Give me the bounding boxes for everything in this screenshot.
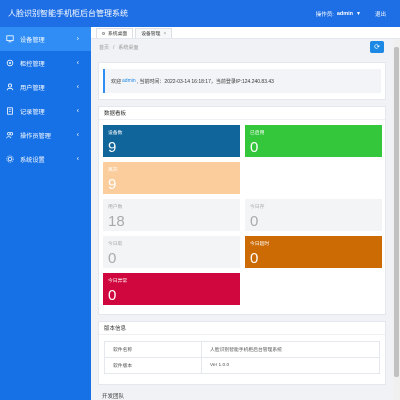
- chevron-left-icon: ‹: [76, 107, 79, 115]
- version-table: 软件名称 人脸识别智能手机柜后台管理系统 软件版本 Ver 1.0.0: [104, 341, 380, 374]
- sidebar-item-user-management[interactable]: 用户管理 ‹: [0, 75, 91, 99]
- chevron-left-icon: ‹: [76, 155, 79, 163]
- tab-label: 系统桌面: [108, 32, 128, 37]
- chevron-left-icon: ‹: [76, 83, 79, 91]
- stat-value: 9: [108, 176, 117, 193]
- table-cell-key: 软件版本: [104, 357, 202, 374]
- version-title: 版本信息: [99, 322, 385, 335]
- stat-label: 今日超时: [250, 242, 270, 247]
- stat-label: 今日异常: [108, 279, 128, 284]
- welcome-card: 欢迎 admin , 当前时间：2022-03-14 16:18:17，当前登录…: [98, 62, 386, 100]
- table-cell-value: Ver 1.0.0: [201, 357, 380, 374]
- record-icon: [6, 107, 14, 115]
- table-cell-key: 软件名称: [104, 341, 202, 358]
- stat-value: 0: [250, 250, 259, 267]
- chevron-left-icon: ‹: [76, 59, 79, 67]
- stat-value: 0: [108, 287, 117, 304]
- close-icon[interactable]: ×: [163, 31, 166, 37]
- sidebar-item-label: 用户管理: [20, 84, 45, 92]
- version-panel: 版本信息 软件名称 人脸识别智能手机柜后台管理系统 软件版本 Ver 1.0.0: [98, 321, 386, 385]
- table-row: 软件名称 人脸识别智能手机柜后台管理系统: [104, 341, 380, 358]
- stat-card-users[interactable]: 用户数 18: [103, 199, 240, 231]
- cabinet-icon: [6, 59, 14, 67]
- stat-value: 0: [250, 139, 259, 156]
- tab-bar: 系统桌面 设备管理 ×: [91, 27, 400, 39]
- stat-card-today-pickup[interactable]: 今日取 0: [103, 236, 240, 268]
- breadcrumb-current: 系统桌面: [118, 45, 139, 51]
- sidebar-item-label: 操作员管理: [20, 132, 51, 140]
- stat-card-enabled[interactable]: 已启用 0: [245, 125, 382, 157]
- sidebar-item-device-management[interactable]: 设备管理 ›: [0, 27, 91, 51]
- breadcrumb: 首页 / 系统桌面 ⟳: [91, 39, 393, 56]
- stat-value: 18: [108, 213, 125, 230]
- device-icon: [6, 35, 14, 43]
- team-title: 开发团队: [102, 394, 125, 400]
- stat-label: 设备数: [108, 131, 123, 136]
- top-header: 人脸识别智能手机柜后台管理系统 操作员: admin ▼ 退出: [0, 0, 400, 27]
- table-cell-value: 人脸识别智能手机柜后台管理系统: [201, 341, 380, 358]
- chevron-left-icon: ‹: [76, 131, 79, 139]
- main-content: 首页 / 系统桌面 ⟳ 欢迎 admin , 当前时间：2022-03-14 1…: [91, 39, 393, 400]
- stat-card-devices[interactable]: 设备数 9: [103, 125, 240, 157]
- settings-icon: [6, 155, 14, 163]
- stat-card-today-timeout[interactable]: 今日超时 0: [245, 236, 382, 268]
- app-title: 人脸识别智能手机柜后台管理系统: [8, 9, 128, 18]
- stat-label: 今日存: [250, 205, 265, 210]
- refresh-button[interactable]: ⟳: [370, 41, 384, 53]
- welcome-text: , 当前时间：2022-03-14 16:18:17，当前登录IP:124.24…: [136, 78, 274, 85]
- stat-label: 用户数: [108, 205, 123, 210]
- welcome-prefix: 欢迎: [111, 78, 122, 85]
- tab-label: 设备管理: [141, 32, 161, 37]
- chevron-right-icon: ›: [76, 35, 79, 43]
- welcome-message: 欢迎 admin , 当前时间：2022-03-14 16:18:17，当前登录…: [103, 69, 381, 93]
- tab-dot-icon: [102, 32, 105, 35]
- stats-grid: 设备数 9 已启用 0 离开 9 用户数 18 今日存 0 今日取 0 今日超时…: [99, 120, 385, 314]
- stat-label: 已启用: [250, 131, 265, 136]
- sidebar-item-label: 记录管理: [20, 108, 45, 116]
- operator-icon: [6, 131, 14, 139]
- sidebar-item-cabinet-management[interactable]: 柜控管理 ‹: [0, 51, 91, 75]
- tab-system-desktop[interactable]: 系统桌面: [96, 28, 134, 38]
- sidebar-item-system-settings[interactable]: 系统设置 ‹: [0, 147, 91, 171]
- sidebar-item-record-management[interactable]: 记录管理 ‹: [0, 99, 91, 123]
- sidebar-item-operator-management[interactable]: 操作员管理 ‹: [0, 123, 91, 147]
- scrollbar[interactable]: [393, 39, 400, 400]
- stat-card-today-exception[interactable]: 今日异常 0: [103, 273, 240, 305]
- stat-value: 0: [108, 250, 117, 267]
- stat-value: 9: [108, 139, 117, 156]
- dashboard-panel: 数据看板 设备数 9 已启用 0 离开 9 用户数 18 今日存 0 今日取 0…: [98, 106, 386, 315]
- stat-label: 离开: [108, 168, 118, 173]
- sidebar-menu: 设备管理 › 柜控管理 ‹ 用户管理 ‹ 记录管理 ‹ 操作员管理 ‹ 系统设置: [0, 27, 91, 400]
- stat-card-away[interactable]: 离开 9: [103, 162, 240, 194]
- sidebar-item-label: 系统设置: [20, 156, 45, 164]
- caret-down-icon[interactable]: ▼: [356, 11, 361, 17]
- scrollbar-thumb[interactable]: [394, 47, 399, 377]
- breadcrumb-separator: /: [113, 44, 115, 51]
- table-row: 软件版本 Ver 1.0.0: [104, 357, 380, 374]
- sidebar-item-label: 柜控管理: [20, 60, 45, 68]
- dashboard-title: 数据看板: [99, 107, 385, 120]
- breadcrumb-home[interactable]: 首页: [99, 44, 109, 51]
- sidebar-item-label: 设备管理: [20, 36, 45, 44]
- stat-value: 0: [250, 213, 259, 230]
- version-body: 软件名称 人脸识别智能手机柜后台管理系统 软件版本 Ver 1.0.0: [99, 335, 385, 384]
- user-icon: [6, 83, 14, 91]
- stat-card-today-deposit[interactable]: 今日存 0: [245, 199, 382, 231]
- operator-label: 操作员:: [315, 11, 334, 18]
- refresh-icon: ⟳: [374, 44, 380, 51]
- stat-label: 今日取: [108, 242, 123, 247]
- operator-menu[interactable]: 操作员: admin ▼: [316, 10, 361, 18]
- logout-link[interactable]: 退出: [375, 10, 386, 18]
- welcome-username: admin: [122, 78, 136, 84]
- operator-username[interactable]: admin: [337, 11, 353, 17]
- tab-device-management[interactable]: 设备管理 ×: [135, 28, 173, 38]
